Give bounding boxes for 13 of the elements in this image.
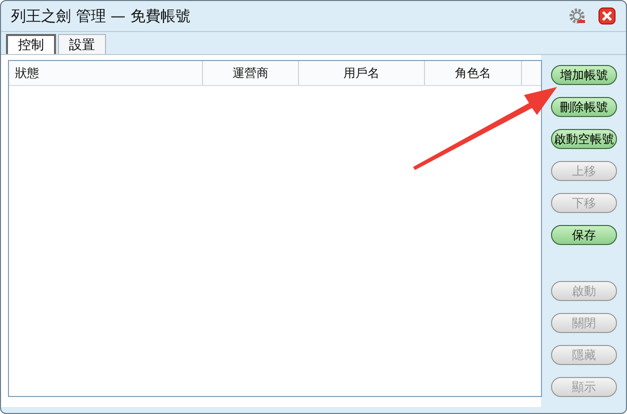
settings-icon[interactable] [568,7,586,25]
tab[interactable]: 設置 [58,34,106,54]
action-button[interactable]: 保存 [551,225,617,245]
action-button[interactable]: 增加帳號 [551,65,617,85]
action-button[interactable]: 刪除帳號 [551,97,617,117]
tab[interactable]: 控制 [6,34,56,54]
column-header[interactable]: 狀態 [9,61,203,85]
column-header[interactable]: 角色名 [425,61,522,85]
window-title: 列王之劍 管理 — 免費帳號 [11,6,190,26]
column-header[interactable]: 運營商 [203,61,299,85]
close-icon[interactable] [598,7,616,25]
column-header[interactable]: 用戶名 [299,61,425,85]
action-button[interactable]: 啟動空帳號 [551,129,617,149]
